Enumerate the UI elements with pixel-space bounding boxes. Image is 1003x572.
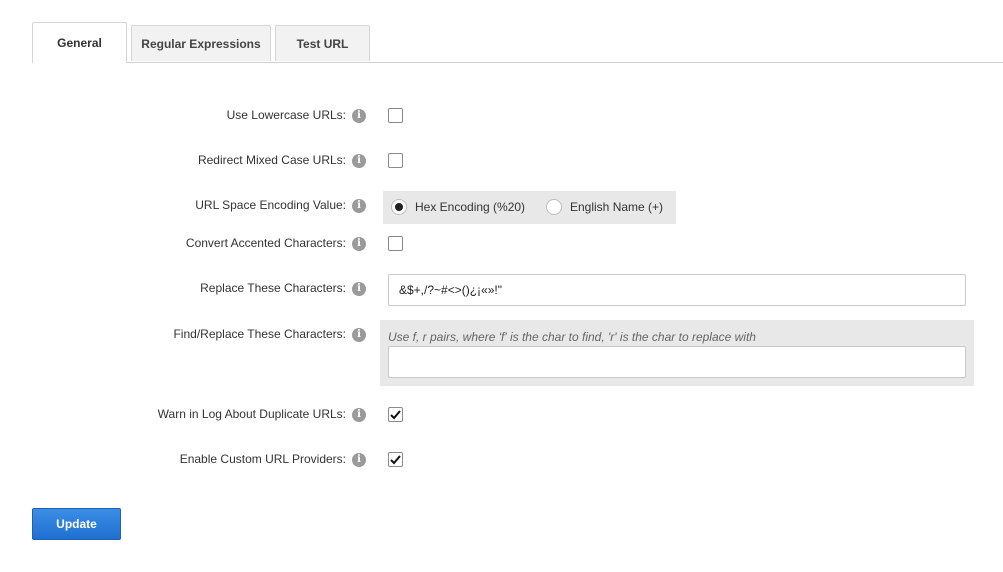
replace-chars-input[interactable] bbox=[388, 274, 966, 306]
custom-providers-checkbox[interactable] bbox=[388, 452, 403, 467]
convert-accented-checkbox[interactable] bbox=[388, 236, 403, 251]
convert-accented-label: Convert Accented Characters: bbox=[185, 236, 346, 250]
use-lowercase-label: Use Lowercase URLs: bbox=[226, 108, 346, 122]
warn-duplicates-label: Warn in Log About Duplicate URLs: bbox=[157, 407, 346, 421]
tab-test-url-label: Test URL bbox=[296, 36, 349, 51]
find-replace-input[interactable] bbox=[388, 346, 966, 378]
info-icon[interactable]: i bbox=[352, 199, 366, 213]
use-lowercase-checkbox[interactable] bbox=[388, 108, 403, 123]
find-replace-label: Find/Replace These Characters: bbox=[173, 327, 346, 341]
find-replace-hint: Use f, r pairs, where 'f' is the char to… bbox=[388, 330, 756, 344]
tab-regular-expressions[interactable]: Regular Expressions bbox=[131, 25, 271, 61]
info-icon[interactable]: i bbox=[352, 282, 366, 296]
space-encoding-label: URL Space Encoding Value: bbox=[195, 198, 346, 212]
info-icon[interactable]: i bbox=[352, 109, 366, 123]
tab-divider bbox=[32, 62, 1003, 63]
redirect-mixed-label: Redirect Mixed Case URLs: bbox=[197, 153, 346, 167]
english-name-radio[interactable] bbox=[546, 199, 562, 215]
redirect-mixed-checkbox[interactable] bbox=[388, 153, 403, 168]
warn-duplicates-checkbox[interactable] bbox=[388, 407, 403, 422]
replace-chars-label: Replace These Characters: bbox=[200, 281, 346, 295]
info-icon[interactable]: i bbox=[352, 453, 366, 467]
checkmark-icon bbox=[390, 454, 401, 464]
hex-encoding-label: Hex Encoding (%20) bbox=[415, 200, 526, 214]
info-icon[interactable]: i bbox=[352, 154, 366, 168]
tab-general-label: General bbox=[57, 36, 102, 50]
info-icon[interactable]: i bbox=[352, 237, 366, 251]
update-button[interactable]: Update bbox=[32, 508, 121, 540]
info-icon[interactable]: i bbox=[352, 328, 366, 342]
checkmark-icon bbox=[390, 409, 401, 419]
hex-encoding-radio[interactable] bbox=[391, 199, 407, 215]
tab-regular-expressions-label: Regular Expressions bbox=[141, 36, 261, 51]
info-icon[interactable]: i bbox=[352, 408, 366, 422]
space-encoding-radio-group: Hex Encoding (%20) English Name (+) bbox=[383, 191, 676, 224]
custom-providers-label: Enable Custom URL Providers: bbox=[179, 452, 346, 466]
english-name-label: English Name (+) bbox=[570, 200, 664, 214]
tab-test-url[interactable]: Test URL bbox=[275, 25, 370, 61]
tab-general[interactable]: General bbox=[32, 22, 127, 63]
update-button-label: Update bbox=[56, 517, 97, 531]
